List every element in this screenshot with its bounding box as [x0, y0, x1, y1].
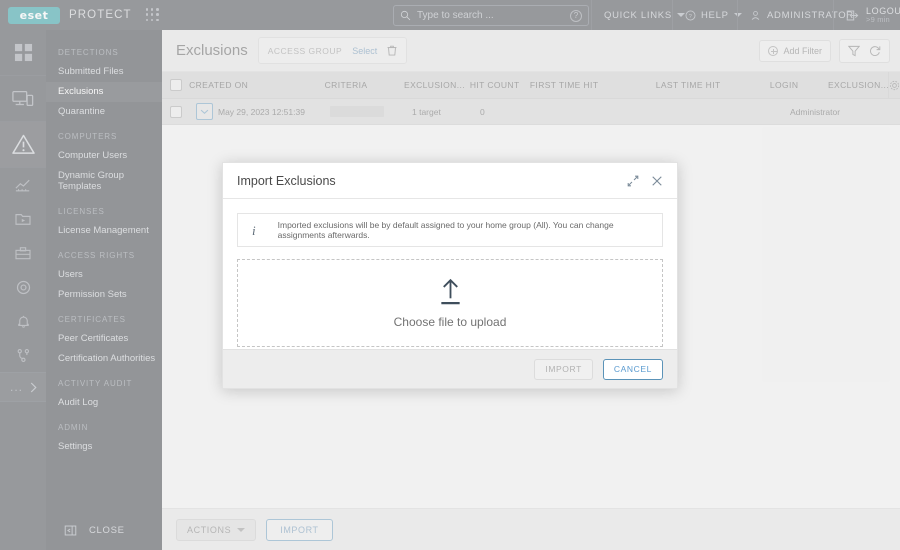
- info-banner: i Imported exclusions will be by default…: [237, 213, 663, 247]
- dialog-body: i Imported exclusions will be by default…: [223, 199, 677, 349]
- dialog-import-button[interactable]: IMPORT: [534, 358, 593, 380]
- dialog-header: Import Exclusions: [223, 163, 677, 199]
- dialog-import-label: IMPORT: [545, 364, 582, 374]
- dialog-title: Import Exclusions: [237, 173, 336, 188]
- info-banner-text: Imported exclusions will be by default a…: [277, 220, 614, 240]
- dropzone-label: Choose file to upload: [393, 314, 507, 329]
- info-icon: i: [252, 222, 256, 238]
- close-x-icon[interactable]: [651, 175, 663, 187]
- expand-diagonal-icon[interactable]: [627, 175, 639, 187]
- file-dropzone[interactable]: Choose file to upload: [237, 259, 663, 347]
- dialog-cancel-button[interactable]: CANCEL: [602, 358, 663, 380]
- import-exclusions-dialog: Import Exclusions i Imported exclusions …: [222, 162, 678, 389]
- upload-arrow-icon: [440, 278, 460, 304]
- dialog-footer: IMPORT CANCEL: [223, 349, 677, 388]
- dialog-cancel-label: CANCEL: [613, 364, 652, 374]
- application-window: eset PROTECT ? QUICK LINKS ? HELP: [0, 0, 900, 550]
